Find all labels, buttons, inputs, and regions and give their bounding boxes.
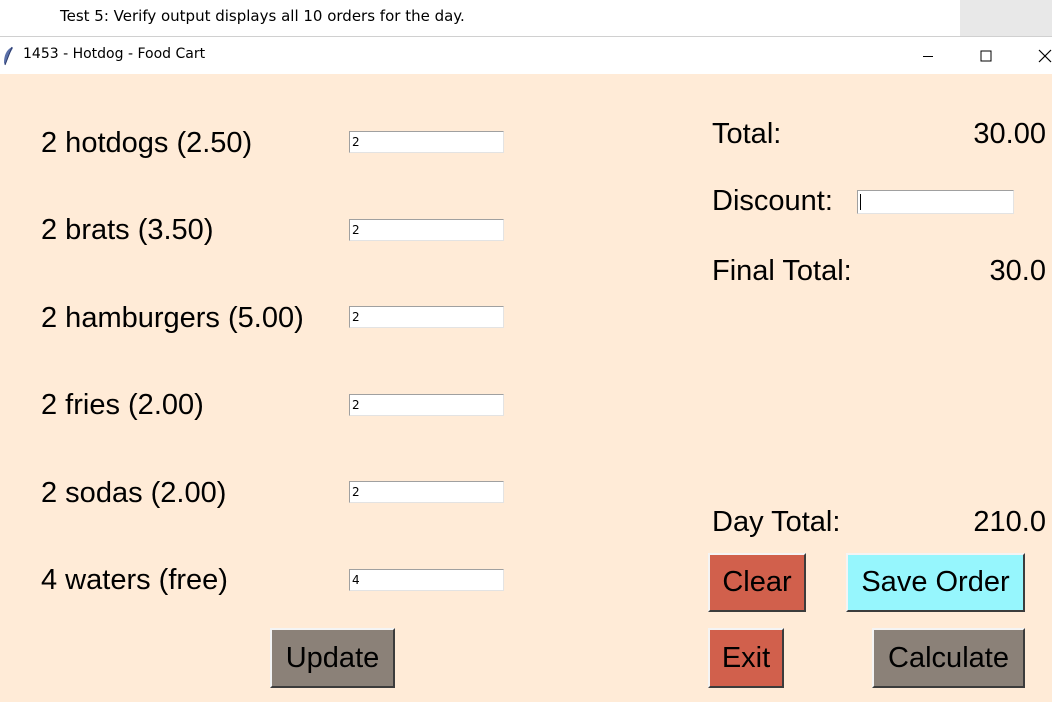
document-scrollbar[interactable]: [960, 0, 1052, 36]
total-value: 30.00: [973, 118, 1046, 150]
final-total-value: 30.0: [989, 255, 1046, 287]
calculate-button[interactable]: Calculate: [872, 628, 1025, 688]
item-label-fries: 2 fries (2.00): [41, 389, 204, 421]
clear-button[interactable]: Clear: [708, 553, 806, 612]
text-cursor: [860, 194, 861, 210]
total-label: Total:: [712, 118, 782, 150]
item-label-hamburgers: 2 hamburgers (5.00): [41, 302, 304, 334]
document-caption: Test 5: Verify output displays all 10 or…: [60, 7, 465, 25]
exit-button[interactable]: Exit: [708, 628, 784, 688]
window-titlebar[interactable]: 1453 - Hotdog - Food Cart: [0, 36, 1052, 74]
qty-input-brats[interactable]: 2: [349, 219, 504, 241]
day-total-value: 210.0: [973, 506, 1046, 538]
qty-input-waters[interactable]: 4: [349, 569, 504, 591]
minimize-icon: [923, 56, 933, 57]
close-icon: [1038, 49, 1052, 63]
qty-input-fries[interactable]: 2: [349, 394, 504, 416]
qty-input-hotdogs[interactable]: 2: [349, 131, 504, 153]
document-strip: Test 5: Verify output displays all 10 or…: [0, 0, 1052, 36]
qty-input-hamburgers[interactable]: 2: [349, 306, 504, 328]
discount-label: Discount:: [712, 185, 833, 217]
window-title: 1453 - Hotdog - Food Cart: [23, 46, 206, 62]
item-label-sodas: 2 sodas (2.00): [41, 477, 227, 509]
maximize-icon: [980, 50, 992, 62]
qty-input-sodas[interactable]: 2: [349, 481, 504, 503]
item-label-hotdogs: 2 hotdogs (2.50): [41, 127, 253, 159]
item-label-brats: 2 brats (3.50): [41, 214, 214, 246]
maximize-button[interactable]: [963, 37, 1009, 75]
final-total-label: Final Total:: [712, 255, 852, 287]
day-total-label: Day Total:: [712, 506, 841, 538]
feather-icon: [4, 46, 13, 66]
update-button[interactable]: Update: [270, 628, 395, 688]
minimize-button[interactable]: [905, 37, 951, 75]
close-button[interactable]: [1022, 37, 1052, 75]
item-label-waters: 4 waters (free): [41, 564, 228, 596]
food-cart-window: 2 hotdogs (2.50) 2 2 brats (3.50) 2 2 ha…: [0, 74, 1052, 702]
save-order-button[interactable]: Save Order: [846, 553, 1025, 612]
discount-input[interactable]: [857, 190, 1014, 214]
